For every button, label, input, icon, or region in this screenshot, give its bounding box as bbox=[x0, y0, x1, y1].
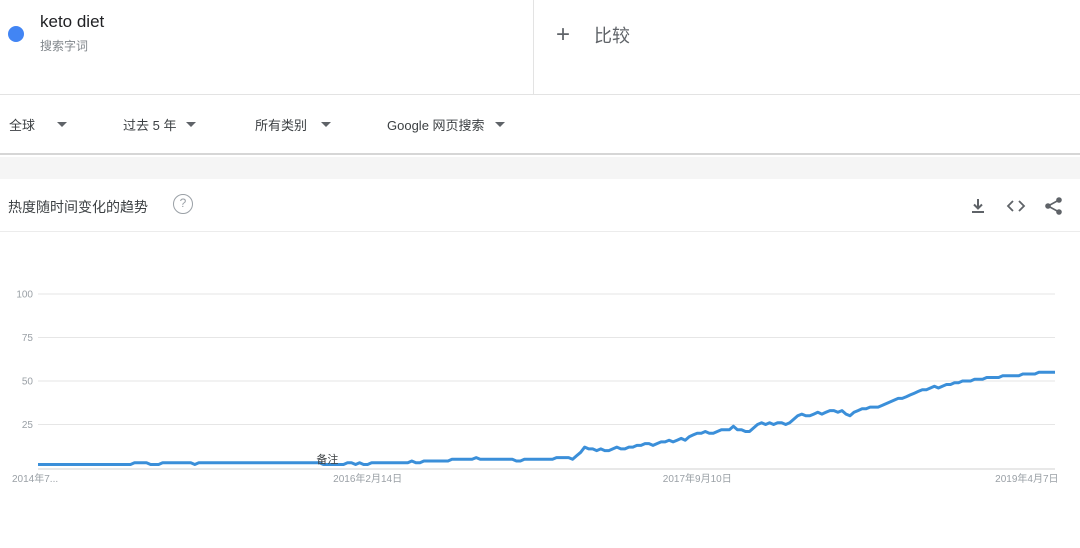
term-bar: keto diet 搜索字词 + 比较 bbox=[0, 0, 1080, 95]
search-term-subtitle: 搜索字词 bbox=[40, 39, 89, 53]
search-type-value: Google 网页搜索 bbox=[387, 118, 485, 133]
share-icon[interactable] bbox=[1042, 194, 1066, 218]
plus-icon: + bbox=[556, 21, 571, 48]
region-value: 全球 bbox=[9, 118, 36, 133]
series-line-keto-diet bbox=[38, 370, 1055, 466]
caret-down-icon bbox=[57, 122, 68, 127]
chart-annotations: 备注 bbox=[316, 452, 338, 466]
annotation-note-label[interactable]: 备注 bbox=[316, 452, 338, 466]
caret-down-icon bbox=[186, 122, 197, 127]
search-type-dropdown[interactable]: Google 网页搜索 bbox=[387, 115, 505, 134]
y-tick-label: 50 bbox=[22, 377, 34, 388]
y-axis-ticks: 25 50 75 100 bbox=[16, 290, 33, 432]
category-dropdown[interactable]: 所有类别 bbox=[255, 115, 332, 134]
x-tick-label: 2014年7... bbox=[12, 472, 58, 485]
y-tick-label: 75 bbox=[22, 333, 34, 344]
caret-down-icon bbox=[494, 122, 505, 127]
panel-title: 热度随时间变化的趋势 bbox=[8, 199, 148, 215]
x-tick-label: 2019年4月7日 bbox=[995, 472, 1058, 485]
filter-bar: 全球 过去 5 年 所有类别 Google 网页搜索 bbox=[0, 95, 1080, 155]
time-range-value: 过去 5 年 bbox=[123, 118, 177, 133]
caret-down-icon bbox=[321, 122, 332, 127]
section-gap bbox=[0, 157, 1080, 179]
chart-grid bbox=[38, 293, 1055, 470]
category-value: 所有类别 bbox=[255, 118, 308, 133]
search-term-card[interactable]: keto diet 搜索字词 bbox=[0, 0, 534, 94]
region-dropdown[interactable]: 全球 bbox=[9, 115, 68, 134]
compare-label: 比较 bbox=[594, 26, 630, 46]
compare-button[interactable]: + 比较 bbox=[556, 20, 630, 50]
panel-header: 热度随时间变化的趋势 ? bbox=[0, 179, 1080, 232]
term-color-dot bbox=[8, 26, 24, 42]
embed-code-icon[interactable] bbox=[1004, 194, 1028, 218]
chart-series bbox=[38, 370, 1055, 466]
help-icon[interactable]: ? bbox=[173, 194, 193, 214]
time-range-dropdown[interactable]: 过去 5 年 bbox=[123, 115, 197, 134]
x-tick-label: 2016年2月14日 bbox=[333, 472, 402, 485]
x-axis-ticks: 2014年7... 2016年2月14日 2017年9月10日 2019年4月7日 bbox=[12, 472, 1059, 485]
interest-over-time-chart: 255075100 2014年7... 2016年2月14日 2017年9月10日 2… bbox=[12, 290, 1059, 486]
download-icon[interactable] bbox=[966, 194, 990, 218]
x-tick-label: 2017年9月10日 bbox=[663, 472, 732, 485]
y-tick-label: 100 bbox=[16, 290, 33, 301]
search-term-name: keto diet bbox=[40, 12, 105, 31]
y-tick-label: 25 bbox=[22, 420, 34, 431]
